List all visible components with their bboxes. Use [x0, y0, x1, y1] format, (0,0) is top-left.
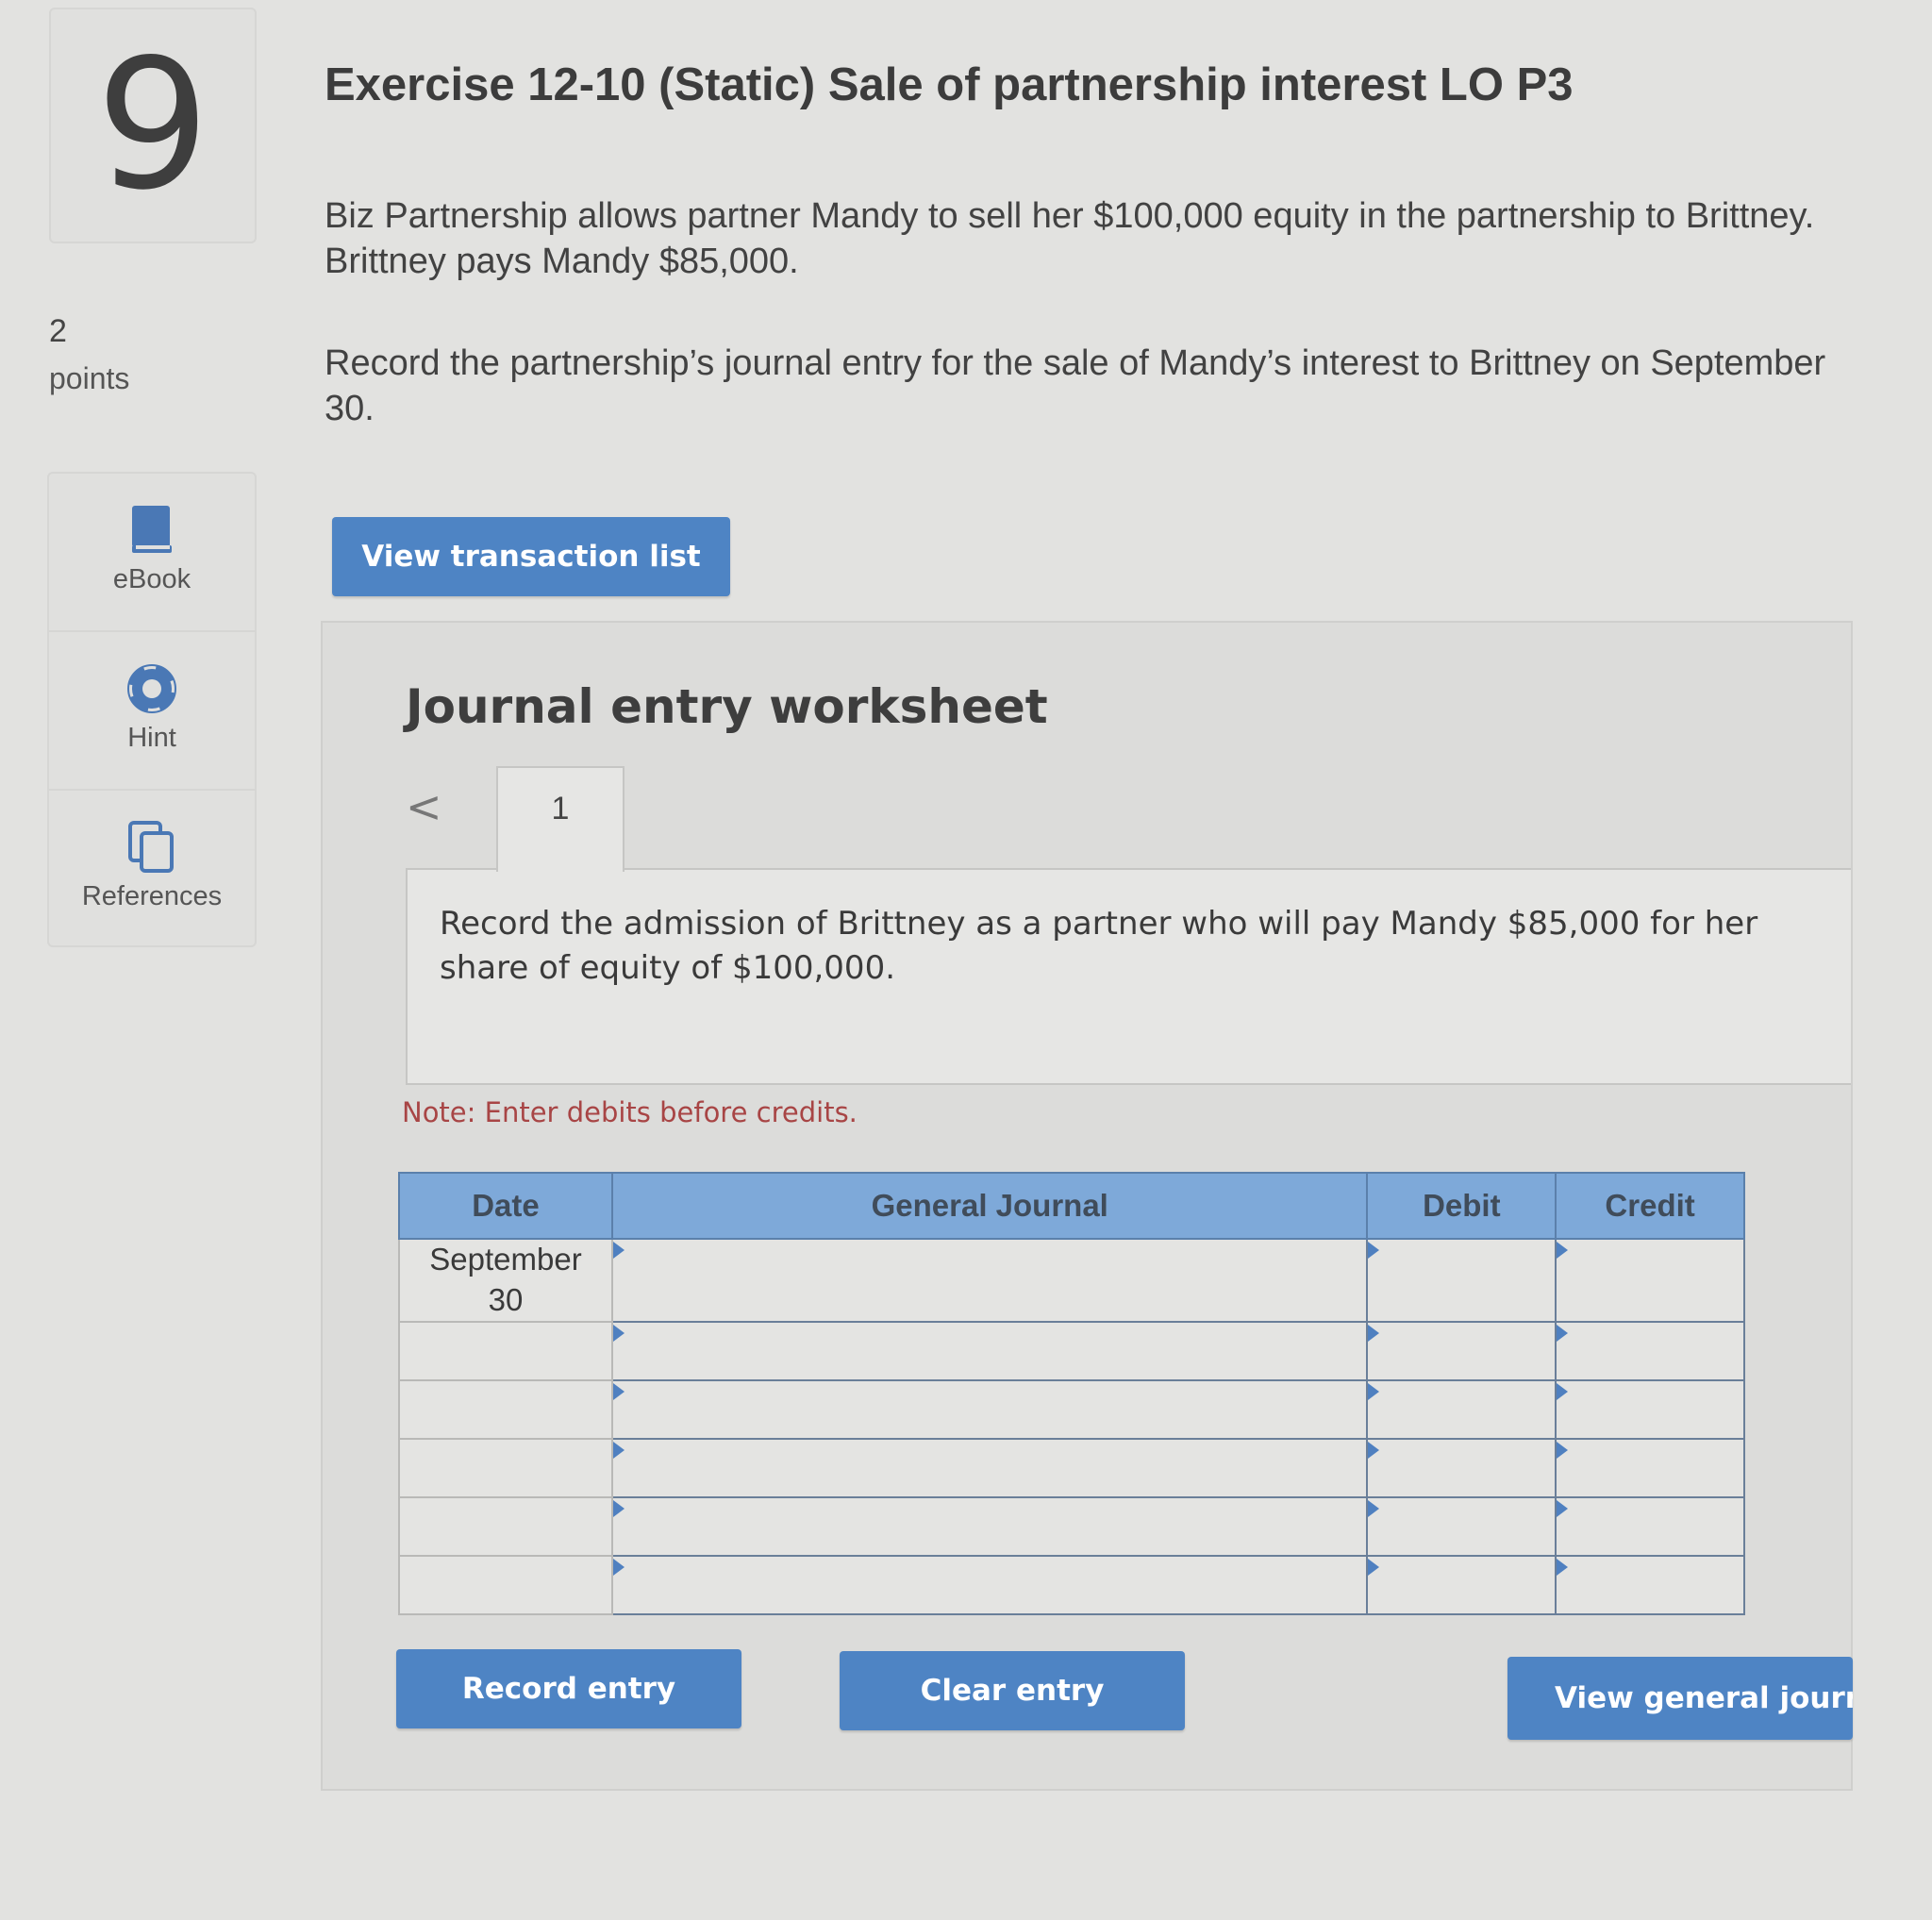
- table-row: [398, 1379, 1745, 1440]
- table-row: September 30: [398, 1238, 1745, 1323]
- exercise-instruction: Record the partnership’s journal entry f…: [325, 343, 1826, 428]
- credit-cell[interactable]: [1555, 1555, 1745, 1615]
- points-indicator: 2 points: [49, 308, 129, 401]
- view-transaction-list-button[interactable]: View transaction list: [332, 517, 730, 596]
- general-journal-cell[interactable]: [610, 1438, 1369, 1498]
- general-journal-cell[interactable]: [610, 1379, 1369, 1440]
- view-general-journal-button[interactable]: View general journal: [1507, 1657, 1853, 1740]
- credit-cell[interactable]: [1555, 1496, 1745, 1557]
- credit-cell[interactable]: [1555, 1321, 1745, 1381]
- record-entry-button[interactable]: Record entry: [396, 1649, 741, 1728]
- clear-entry-button[interactable]: Clear entry: [840, 1651, 1185, 1730]
- general-journal-cell[interactable]: [610, 1555, 1369, 1615]
- exercise-description: Biz Partnership allows partner Mandy to …: [325, 196, 1815, 281]
- date-cell: [398, 1555, 613, 1615]
- general-journal-column-header: General Journal: [610, 1172, 1369, 1240]
- debit-credit-note: Note: Enter debits before credits.: [402, 1096, 858, 1128]
- worksheet-instruction-box: Record the admission of Brittney as a pa…: [406, 868, 1851, 1085]
- hint-label: Hint: [127, 723, 176, 753]
- tools-panel: eBook Hint References: [47, 472, 257, 947]
- credit-cell[interactable]: [1555, 1379, 1745, 1440]
- question-number-box: 9: [49, 8, 257, 243]
- journal-table: Date General Journal Debit Credit Septem…: [398, 1172, 1745, 1615]
- general-journal-cell[interactable]: [610, 1238, 1369, 1323]
- ebook-button[interactable]: eBook: [49, 474, 255, 632]
- points-label: points: [49, 361, 130, 395]
- credit-cell[interactable]: [1555, 1438, 1745, 1498]
- references-label: References: [81, 881, 223, 911]
- debit-column-header: Debit: [1366, 1172, 1557, 1240]
- table-row: [398, 1321, 1745, 1381]
- tab-1[interactable]: 1: [496, 766, 625, 872]
- debit-cell[interactable]: [1366, 1555, 1557, 1615]
- date-cell: September 30: [398, 1238, 613, 1323]
- exercise-title: Exercise 12-10 (Static) Sale of partners…: [325, 59, 1574, 110]
- date-cell: [398, 1321, 613, 1381]
- chevron-left-icon[interactable]: <: [406, 781, 442, 832]
- date-cell: [398, 1496, 613, 1557]
- references-button[interactable]: References: [49, 791, 255, 947]
- book-icon: [128, 504, 175, 561]
- credit-cell[interactable]: [1555, 1238, 1745, 1323]
- table-row: [398, 1496, 1745, 1557]
- worksheet-title: Journal entry worksheet: [406, 679, 1048, 734]
- credit-column-header: Credit: [1555, 1172, 1745, 1240]
- points-value: 2: [49, 313, 67, 349]
- date-column-header: Date: [398, 1172, 613, 1240]
- debit-cell[interactable]: [1366, 1438, 1557, 1498]
- general-journal-cell[interactable]: [610, 1321, 1369, 1381]
- debit-cell[interactable]: [1366, 1496, 1557, 1557]
- hint-button[interactable]: Hint: [49, 632, 255, 791]
- lifebuoy-icon: [125, 661, 179, 720]
- debit-cell[interactable]: [1366, 1379, 1557, 1440]
- journal-header-row: Date General Journal Debit Credit: [398, 1172, 1745, 1240]
- worksheet-instruction: Record the admission of Brittney as a pa…: [440, 905, 1758, 987]
- date-cell: [398, 1379, 613, 1440]
- date-cell: [398, 1438, 613, 1498]
- table-row: [398, 1555, 1745, 1615]
- question-number: 9: [95, 21, 210, 229]
- journal-entry-worksheet: Journal entry worksheet < 1 Record the a…: [321, 621, 1853, 1791]
- ebook-label: eBook: [112, 564, 192, 594]
- table-row: [398, 1438, 1745, 1498]
- documents-icon: [126, 821, 177, 878]
- general-journal-cell[interactable]: [610, 1496, 1369, 1557]
- debit-cell[interactable]: [1366, 1238, 1557, 1323]
- debit-cell[interactable]: [1366, 1321, 1557, 1381]
